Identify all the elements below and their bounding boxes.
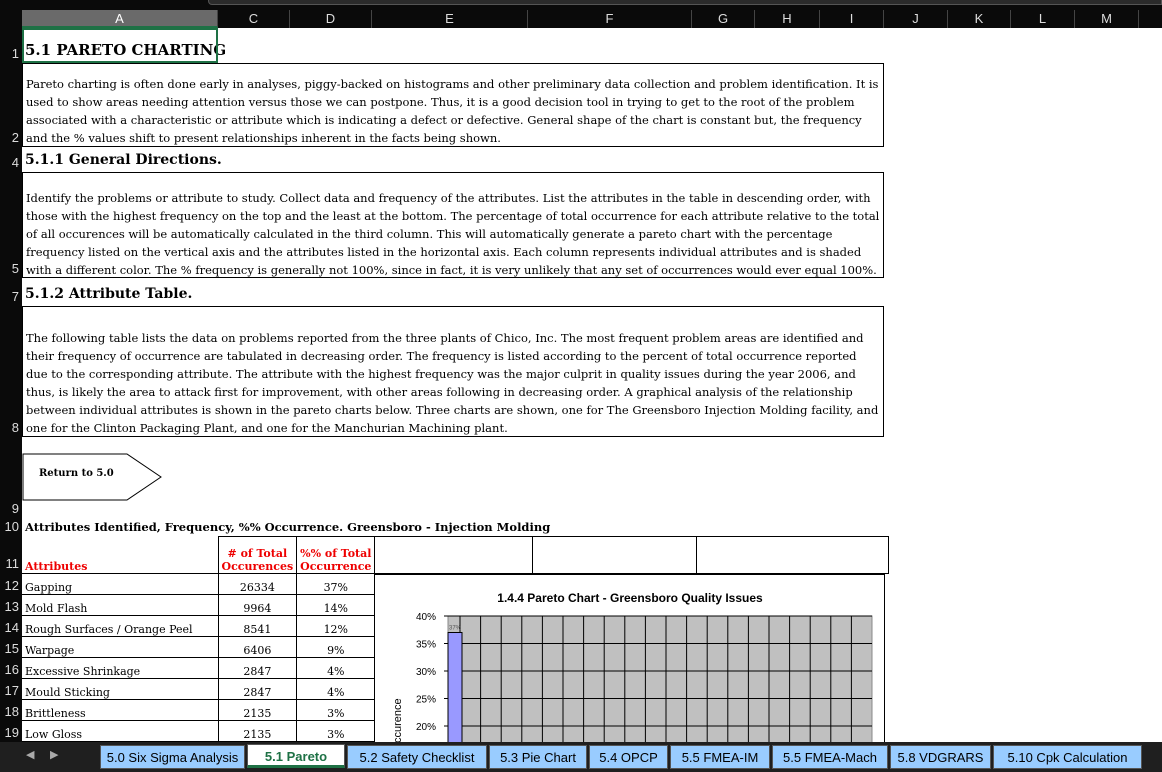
attribute-cell[interactable]: Brittleness <box>22 699 219 721</box>
sheet-tab[interactable]: 5.8 VDGRARS <box>890 745 991 769</box>
return-button[interactable]: Return to 5.0 <box>22 453 164 505</box>
column-header[interactable]: E <box>372 10 528 28</box>
attribute-cell[interactable]: Rough Surfaces / Orange Peel <box>22 615 219 637</box>
directions-text: Identify the problems or attribute to st… <box>22 172 884 278</box>
bar <box>447 632 463 743</box>
row-header[interactable]: 10 <box>0 519 22 534</box>
row-header[interactable]: 14 <box>0 620 22 635</box>
sheet-tab[interactable]: 5.10 Cpk Calculation <box>993 745 1142 769</box>
pareto-chart[interactable]: 1.4.4 Pareto Chart - Greensboro Quality … <box>374 574 885 744</box>
row-header[interactable]: 9 <box>0 501 22 516</box>
row-header[interactable]: 8 <box>0 420 22 435</box>
occurrences-cell[interactable]: 2135 <box>217 720 298 742</box>
sheet-tab[interactable]: 5.5 FMEA-Mach <box>772 745 888 769</box>
occurrences-cell[interactable]: 2847 <box>217 657 298 679</box>
selected-cell[interactable] <box>22 28 218 63</box>
sheet-tab[interactable]: 5.2 Safety Checklist <box>347 745 487 769</box>
row-header[interactable]: 18 <box>0 704 22 719</box>
attribute-table-text: The following table lists the data on pr… <box>22 306 884 437</box>
chart-svg: 1.4.4 Pareto Chart - Greensboro Quality … <box>392 591 873 744</box>
column-headers: ACDEFGHIJKLM <box>0 10 1162 28</box>
percent-cell[interactable]: 4% <box>296 657 376 679</box>
table-caption: Attributes Identified, Frequency, %% Occ… <box>25 520 551 534</box>
row-header[interactable]: 4 <box>0 155 22 170</box>
sheet-tab[interactable]: 5.4 OPCP <box>589 745 668 769</box>
percent-cell[interactable]: 14% <box>296 594 376 616</box>
occurrences-cell[interactable]: 2135 <box>217 699 298 721</box>
row-header[interactable]: 1 <box>0 46 22 61</box>
column-header[interactable]: M <box>1075 10 1139 28</box>
row-header[interactable]: 17 <box>0 683 22 698</box>
return-button-label: Return to 5.0 <box>39 468 114 479</box>
data-label: 37% <box>449 626 462 632</box>
attribute-cell[interactable]: Low Gloss <box>22 720 219 742</box>
header-occurrences: # of Total Occurences <box>217 536 298 574</box>
y-tick-label: 35% <box>416 640 436 651</box>
column-header[interactable]: K <box>948 10 1011 28</box>
sheet-tab[interactable]: 5.3 Pie Chart <box>489 745 587 769</box>
row-header[interactable]: 19 <box>0 725 22 740</box>
percent-cell[interactable]: 4% <box>296 678 376 700</box>
y-tick-label: 30% <box>416 667 436 678</box>
column-header[interactable]: G <box>692 10 755 28</box>
sheet-tab[interactable]: 5.1 Pareto <box>247 744 345 768</box>
scroll-left-icon[interactable]: ◀ <box>26 748 34 761</box>
y-tick-label: 40% <box>416 612 436 623</box>
sheet-tab[interactable]: 5.5 FMEA-IM <box>670 745 770 769</box>
intro-text: Pareto charting is often done early in a… <box>22 63 884 147</box>
percent-cell[interactable]: 9% <box>296 636 376 658</box>
title-bar <box>0 0 1162 10</box>
attribute-cell[interactable]: Mold Flash <box>22 594 219 616</box>
column-header[interactable]: L <box>1011 10 1075 28</box>
attribute-cell[interactable]: Mould Sticking <box>22 678 219 700</box>
column-header[interactable]: C <box>218 10 290 28</box>
row-header[interactable]: 2 <box>0 130 22 145</box>
percent-cell[interactable]: 37% <box>296 573 376 595</box>
plot-area <box>447 615 873 743</box>
row-header[interactable]: 15 <box>0 641 22 656</box>
percent-cell[interactable]: 12% <box>296 615 376 637</box>
row-header[interactable]: 16 <box>0 662 22 677</box>
column-header[interactable]: A <box>22 10 218 28</box>
column-header[interactable]: D <box>290 10 372 28</box>
occurrences-cell[interactable]: 26334 <box>217 573 298 595</box>
column-header[interactable]: F <box>528 10 692 28</box>
column-header[interactable]: I <box>820 10 884 28</box>
header-percent: %% of Total Occurrence <box>296 536 376 574</box>
y-tick-label: 20% <box>416 722 436 733</box>
row-header[interactable]: 5 <box>0 261 22 276</box>
occurrences-cell[interactable]: 2847 <box>217 678 298 700</box>
occurrences-cell[interactable]: 6406 <box>217 636 298 658</box>
attribute-cell[interactable]: Warpage <box>22 636 219 658</box>
sheet-tabs: ◀ ▶ 5.0 Six Sigma Analysis 5.1 Pareto 5.2 … <box>0 742 1162 772</box>
occurrences-cell[interactable]: 8541 <box>217 615 298 637</box>
sheet-tab[interactable]: 5.0 Six Sigma Analysis <box>100 745 245 769</box>
row-header[interactable]: 11 <box>0 556 22 571</box>
row-header[interactable]: 13 <box>0 599 22 614</box>
percent-cell[interactable]: 3% <box>296 699 376 721</box>
y-tick-label: 25% <box>416 695 436 706</box>
percent-cell[interactable]: 3% <box>296 720 376 742</box>
attribute-cell[interactable]: Gapping <box>22 573 219 595</box>
attribute-cell[interactable]: Excessive Shrinkage <box>22 657 219 679</box>
row-headers: 1 2 4 5 7 8 9 10 11 12 13 14 15 16 17 18 19 <box>0 28 22 742</box>
header-attributes: Attributes <box>25 560 88 573</box>
chart-title: 1.4.4 Pareto Chart - Greensboro Quality … <box>497 591 763 605</box>
formula-bar[interactable] <box>208 0 1162 5</box>
section-heading: 5.1.1 General Directions. <box>25 152 222 168</box>
column-header[interactable]: H <box>755 10 820 28</box>
y-axis-label: Occurence <box>392 698 404 744</box>
section-heading: 5.1.2 Attribute Table. <box>25 286 193 302</box>
scroll-right-icon[interactable]: ▶ <box>50 748 58 761</box>
row-header[interactable]: 7 <box>0 289 22 304</box>
occurrences-cell[interactable]: 9964 <box>217 594 298 616</box>
table-header-row: Attributes # of Total Occurences %% of T… <box>22 536 890 574</box>
row-header[interactable]: 12 <box>0 578 22 593</box>
column-header[interactable]: J <box>884 10 948 28</box>
